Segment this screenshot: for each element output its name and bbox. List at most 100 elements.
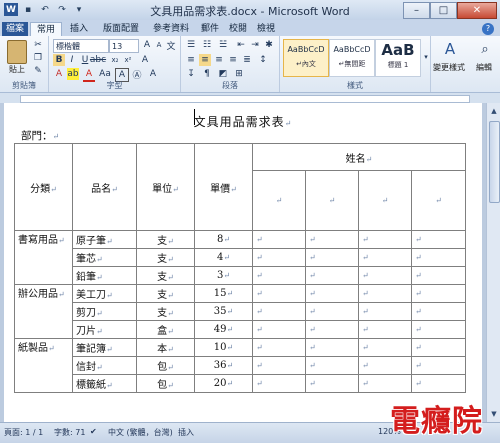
unit-cell[interactable]: 盒↵	[136, 320, 195, 339]
paste-icon[interactable]	[7, 40, 27, 64]
highlight-color-icon[interactable]: ab	[67, 68, 79, 80]
bold-icon[interactable]: B	[53, 54, 65, 66]
sort-icon[interactable]: ↧	[185, 68, 197, 80]
name-entry-cell[interactable]: ↵	[358, 374, 412, 393]
align-left-icon[interactable]: ≡	[185, 54, 197, 66]
name-entry-cell[interactable]: ↵	[358, 248, 412, 267]
name-entry-cell[interactable]: ↵	[252, 284, 306, 303]
price-cell[interactable]: 10↵	[194, 338, 253, 357]
unit-cell[interactable]: 支↵	[136, 284, 195, 303]
proofing-icon[interactable]: ✔	[90, 427, 97, 436]
name-entry-cell[interactable]: ↵	[358, 302, 412, 321]
tab-view[interactable]: 檢視	[254, 22, 278, 36]
name-entry-cell[interactable]: ↵	[410, 374, 467, 393]
change-styles-label[interactable]: 變更樣式	[431, 62, 467, 73]
name-entry-cell[interactable]: ↵	[410, 248, 467, 267]
vertical-scrollbar[interactable]: ▲ ▼	[486, 103, 500, 422]
price-cell[interactable]: 36↵	[194, 356, 253, 375]
close-button[interactable]: ✕	[457, 2, 497, 19]
name-entry-cell[interactable]: ↵	[305, 302, 359, 321]
name-entry-cell[interactable]: ↵	[410, 266, 467, 285]
word-count[interactable]: 字數: 71	[54, 427, 85, 438]
category-cell[interactable]: 辦公用品↵	[14, 284, 73, 339]
align-center-icon[interactable]: ≡	[199, 54, 211, 66]
unit-cell[interactable]: 包↵	[136, 356, 195, 375]
italic-icon[interactable]: I	[66, 54, 78, 66]
change-case-icon[interactable]: Aa	[99, 68, 111, 80]
name-entry-cell[interactable]: ↵	[252, 266, 306, 285]
find-icon[interactable]: ⌕	[477, 40, 493, 58]
horizontal-ruler[interactable]	[0, 93, 500, 103]
item-cell[interactable]: 鉛筆↵	[72, 266, 137, 285]
name-entry-cell[interactable]: ↵	[305, 284, 359, 303]
name-entry-cell[interactable]: ↵	[252, 320, 306, 339]
price-cell[interactable]: 3↵	[194, 266, 253, 285]
multilevel-list-icon[interactable]: ☱	[217, 39, 229, 51]
document-page[interactable]: 文具用品需求表↵ 部門：↵ 分類↵ 品名↵ 單位↵ 單價↵ 姓名↵ ↵ ↵ ↵ ↵ 書寫用品↵ 原子…	[4, 103, 482, 422]
item-cell[interactable]: 標籤紙↵	[72, 374, 137, 393]
item-cell[interactable]: 筆記簿↵	[72, 338, 137, 357]
unit-cell[interactable]: 包↵	[136, 374, 195, 393]
name-column-cell[interactable]: ↵	[410, 170, 467, 231]
price-header[interactable]: 單價↵	[194, 143, 253, 231]
name-column-cell[interactable]: ↵	[305, 170, 359, 231]
name-entry-cell[interactable]: ↵	[305, 266, 359, 285]
name-entry-cell[interactable]: ↵	[252, 230, 306, 249]
unit-header[interactable]: 單位↵	[136, 143, 195, 231]
name-header[interactable]: 姓名↵	[251, 143, 467, 171]
tab-home[interactable]: 常用	[30, 22, 62, 37]
item-cell[interactable]: 原子筆↵	[72, 230, 137, 249]
copy-icon[interactable]: ❐	[32, 52, 44, 64]
price-cell[interactable]: 4↵	[194, 248, 253, 267]
shading-icon[interactable]: ◩	[217, 68, 229, 80]
requisition-table[interactable]: 分類↵ 品名↵ 單位↵ 單價↵ 姓名↵ ↵ ↵ ↵ ↵ 書寫用品↵ 原子筆↵ 支↵ 8↵ ↵ ↵ ↵ ↵ 筆芯↵ 支…	[14, 143, 467, 393]
item-cell[interactable]: 筆芯↵	[72, 248, 137, 267]
name-column-cell[interactable]: ↵	[358, 170, 412, 231]
style-no-spacing[interactable]: AaBbCcD ↵無間距	[329, 39, 375, 77]
character-shading-icon[interactable]: A	[147, 68, 159, 80]
name-entry-cell[interactable]: ↵	[305, 230, 359, 249]
text-effects-icon[interactable]: A	[53, 68, 65, 80]
name-entry-cell[interactable]: ↵	[305, 338, 359, 357]
name-entry-cell[interactable]: ↵	[358, 320, 412, 339]
name-entry-cell[interactable]: ↵	[358, 356, 412, 375]
name-entry-cell[interactable]: ↵	[305, 356, 359, 375]
name-entry-cell[interactable]: ↵	[252, 374, 306, 393]
format-painter-icon[interactable]: ✎	[32, 65, 44, 77]
insert-mode-indicator[interactable]: 插入	[178, 427, 194, 438]
unit-cell[interactable]: 支↵	[136, 266, 195, 285]
page-count[interactable]: 頁面: 1 / 1	[4, 427, 43, 438]
tab-mailings[interactable]: 郵件	[198, 22, 222, 36]
unit-cell[interactable]: 支↵	[136, 302, 195, 321]
category-cell[interactable]: 書寫用品↵	[14, 230, 73, 285]
name-entry-cell[interactable]: ↵	[358, 266, 412, 285]
enclose-characters-icon[interactable]: Ⓐ	[131, 68, 143, 81]
tab-insert[interactable]: 插入	[64, 22, 94, 36]
increase-indent-icon[interactable]: ⇥	[249, 39, 261, 51]
category-cell[interactable]: 紙製品↵	[14, 338, 73, 393]
name-entry-cell[interactable]: ↵	[252, 356, 306, 375]
decrease-indent-icon[interactable]: ⇤	[235, 39, 247, 51]
name-column-cell[interactable]: ↵	[252, 170, 306, 231]
bullets-icon[interactable]: ☰	[185, 39, 197, 51]
grow-font-icon[interactable]: A	[141, 39, 153, 51]
unit-cell[interactable]: 本↵	[136, 338, 195, 357]
subscript-icon[interactable]: x₂	[109, 54, 121, 66]
item-cell[interactable]: 剪刀↵	[72, 302, 137, 321]
name-entry-cell[interactable]: ↵	[252, 338, 306, 357]
superscript-icon[interactable]: x²	[122, 54, 134, 66]
strikethrough-icon[interactable]: abc	[90, 54, 106, 66]
asian-layout-icon[interactable]: ✱	[263, 39, 275, 51]
name-entry-cell[interactable]: ↵	[358, 284, 412, 303]
unit-cell[interactable]: 支↵	[136, 248, 195, 267]
name-entry-cell[interactable]: ↵	[358, 338, 412, 357]
name-entry-cell[interactable]: ↵	[358, 230, 412, 249]
price-cell[interactable]: 8↵	[194, 230, 253, 249]
name-entry-cell[interactable]: ↵	[410, 302, 467, 321]
item-cell[interactable]: 美工刀↵	[72, 284, 137, 303]
scroll-up-icon[interactable]: ▲	[488, 105, 500, 117]
item-header[interactable]: 品名↵	[72, 143, 137, 231]
cut-icon[interactable]: ✂	[32, 39, 44, 51]
department-label[interactable]: 部門：↵	[21, 128, 59, 143]
document-title[interactable]: 文具用品需求表↵	[4, 113, 482, 130]
